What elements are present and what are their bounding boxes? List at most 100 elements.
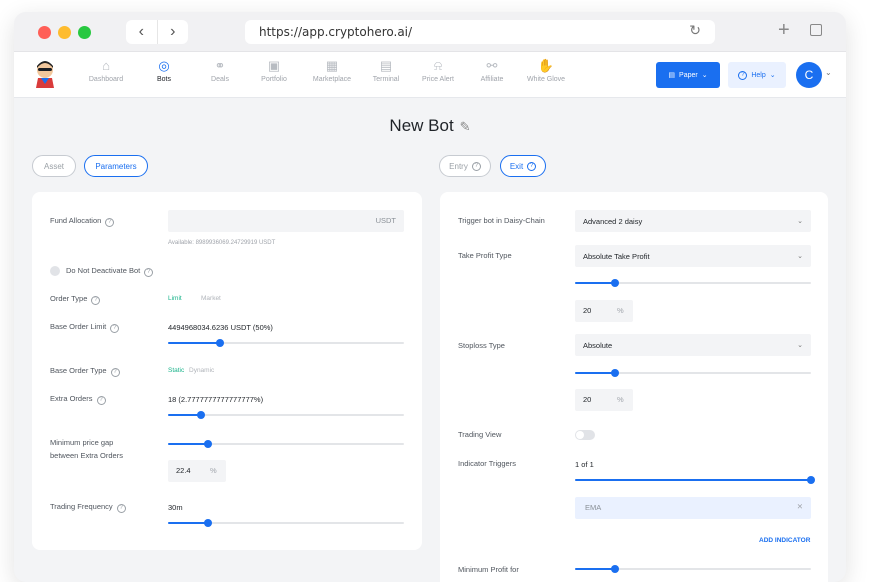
back-icon[interactable]: ‹ bbox=[126, 20, 158, 44]
nav-item-dashboard[interactable]: ⌂ Dashboard bbox=[78, 56, 134, 83]
cryptohero-logo[interactable] bbox=[32, 60, 58, 88]
stoploss-slider[interactable] bbox=[575, 369, 811, 377]
take-profit-select[interactable]: Absolute Take Profit ⌄ bbox=[575, 245, 811, 267]
slider-handle[interactable] bbox=[215, 339, 224, 347]
base-order-type-dynamic[interactable]: Dynamic bbox=[189, 367, 214, 374]
slider-handle[interactable] bbox=[611, 279, 620, 287]
tab-entry[interactable]: Entry? bbox=[439, 155, 491, 177]
nav-item-deals[interactable]: ⚭ Deals bbox=[192, 56, 248, 83]
help-label: Help bbox=[751, 71, 766, 79]
question-icon[interactable]: ? bbox=[110, 368, 120, 377]
slider-handle[interactable] bbox=[611, 565, 620, 573]
app-header: ⌂ Dashboard ◎ Bots ⚭ Deals ▣ Portfolio ▦ Marketpl… bbox=[14, 52, 846, 98]
nav-item-portfolio[interactable]: ▣ Portfolio bbox=[246, 56, 302, 83]
tabs-overview-icon[interactable] bbox=[810, 24, 822, 36]
address-bar[interactable]: https://app.cryptohero.ai/ ↻ bbox=[245, 20, 715, 44]
reload-icon[interactable]: ↻ bbox=[689, 23, 701, 39]
terminal-icon: ▤ bbox=[379, 58, 393, 73]
base-order-type-static[interactable]: Static bbox=[168, 367, 184, 374]
slider-handle[interactable] bbox=[611, 369, 620, 377]
edit-icon[interactable]: ✎ bbox=[460, 119, 471, 134]
question-icon[interactable]: ? bbox=[91, 296, 101, 305]
trading-frequency-label: Trading Frequency? bbox=[50, 500, 126, 513]
stoploss-input[interactable]: 20 % bbox=[575, 389, 633, 411]
daisy-chain-label: Trigger bot in Daisy-Chain bbox=[458, 216, 545, 225]
question-icon: ? bbox=[471, 161, 481, 171]
nav-item-bots[interactable]: ◎ Bots bbox=[136, 52, 192, 98]
trading-view-toggle[interactable] bbox=[575, 430, 595, 440]
question-icon[interactable]: ? bbox=[105, 218, 115, 227]
nav-item-terminal[interactable]: ▤ Terminal bbox=[358, 56, 414, 83]
indicator-triggers-value: 1 of 1 bbox=[575, 460, 594, 469]
url-text: https://app.cryptohero.ai/ bbox=[259, 25, 413, 39]
browser-window: ‹ › https://app.cryptohero.ai/ ↻ + ⌂ Dash… bbox=[14, 12, 846, 582]
trading-frequency-slider[interactable] bbox=[168, 519, 404, 527]
nav-item-affiliate[interactable]: ⚯ Affiliate bbox=[464, 56, 520, 83]
order-type-limit[interactable]: Limit bbox=[168, 295, 182, 302]
paper-mode-button[interactable]: ▤ Paper ⌄ bbox=[656, 62, 720, 88]
indicator-triggers-slider[interactable] bbox=[575, 476, 815, 484]
nav-item-white-glove[interactable]: ✋ White Glove bbox=[518, 56, 574, 83]
close-icon[interactable]: ✕ bbox=[797, 502, 803, 511]
base-order-type-label: Base Order Type? bbox=[50, 364, 120, 377]
percent-unit: % bbox=[617, 306, 624, 315]
question-icon[interactable]: ? bbox=[110, 324, 120, 333]
chevron-down-icon: ⌄ bbox=[701, 72, 708, 79]
chevron-down-icon[interactable]: ⌄ bbox=[825, 68, 832, 77]
min-price-gap-slider[interactable] bbox=[168, 440, 404, 448]
available-balance: Available: 8989936069.24729919 USDT bbox=[168, 240, 276, 246]
add-indicator-link[interactable]: ADD INDICATOR bbox=[759, 537, 810, 544]
nav-item-label: Portfolio bbox=[261, 76, 287, 83]
extra-orders-value: 18 (2.7777777777777777%) bbox=[168, 395, 264, 404]
exit-card: Trigger bot in Daisy-Chain Advanced 2 da… bbox=[440, 192, 828, 582]
daisy-chain-select[interactable]: Advanced 2 daisy ⌄ bbox=[575, 210, 811, 232]
briefcase-icon: ▣ bbox=[267, 58, 281, 73]
forward-icon[interactable]: › bbox=[158, 20, 189, 44]
nav-item-price-alert[interactable]: ⍾ Price Alert bbox=[410, 56, 466, 83]
order-type-market[interactable]: Market bbox=[201, 295, 221, 302]
min-profit-slider[interactable] bbox=[575, 565, 811, 573]
robot-icon: ◎ bbox=[158, 58, 170, 73]
question-icon[interactable]: ? bbox=[144, 268, 154, 277]
slider-handle[interactable] bbox=[204, 440, 213, 448]
question-icon[interactable]: ? bbox=[96, 396, 106, 405]
stoploss-select[interactable]: Absolute ⌄ bbox=[575, 334, 811, 356]
nav-item-label: White Glove bbox=[526, 76, 566, 83]
help-button[interactable]: ? Help ⌄ bbox=[728, 62, 786, 88]
nav-item-label: Marketplace bbox=[312, 76, 352, 83]
base-order-limit-slider[interactable] bbox=[168, 339, 404, 347]
question-icon: ? bbox=[738, 70, 748, 80]
nav-item-label: Price Alert bbox=[422, 76, 454, 83]
min-price-gap-label: Minimum price gap between Extra Orders bbox=[50, 438, 123, 460]
user-avatar[interactable]: C bbox=[796, 62, 822, 88]
close-window-button[interactable] bbox=[38, 26, 51, 39]
extra-orders-slider[interactable] bbox=[168, 411, 404, 419]
fund-allocation-input[interactable]: USDT bbox=[168, 210, 404, 232]
indicator-chip[interactable]: EMA ✕ bbox=[575, 497, 811, 519]
chevron-down-icon: ⌄ bbox=[769, 72, 776, 79]
new-tab-icon[interactable]: + bbox=[778, 19, 790, 42]
nav-item-marketplace[interactable]: ▦ Marketplace bbox=[304, 56, 360, 83]
tab-asset[interactable]: Asset bbox=[32, 155, 76, 177]
tab-parameters[interactable]: Parameters bbox=[84, 155, 148, 177]
glove-icon: ✋ bbox=[537, 58, 555, 73]
browser-toolbar: ‹ › https://app.cryptohero.ai/ ↻ + bbox=[14, 12, 846, 52]
chevron-down-icon: ⌄ bbox=[797, 218, 803, 225]
take-profit-input[interactable]: 20 % bbox=[575, 300, 633, 322]
chevron-down-icon: ⌄ bbox=[797, 342, 803, 349]
slider-handle[interactable] bbox=[807, 476, 815, 484]
indicator-name: EMA bbox=[585, 503, 602, 512]
min-price-gap-input[interactable]: 22.4 % bbox=[168, 460, 226, 482]
minimize-window-button[interactable] bbox=[58, 26, 71, 39]
take-profit-slider[interactable] bbox=[575, 279, 811, 287]
base-order-limit-value: 4494968034.6236 USDT (50%) bbox=[168, 323, 273, 332]
slider-handle[interactable] bbox=[204, 519, 213, 527]
question-icon[interactable]: ? bbox=[116, 504, 126, 513]
maximize-window-button[interactable] bbox=[78, 26, 91, 39]
take-profit-value: 20 bbox=[583, 306, 592, 315]
tab-exit[interactable]: Exit? bbox=[500, 155, 546, 177]
do-not-deactivate-radio[interactable] bbox=[50, 266, 60, 276]
stoploss-label: Stoploss Type bbox=[458, 341, 505, 350]
slider-handle[interactable] bbox=[197, 411, 206, 419]
document-icon: ▤ bbox=[668, 72, 676, 79]
